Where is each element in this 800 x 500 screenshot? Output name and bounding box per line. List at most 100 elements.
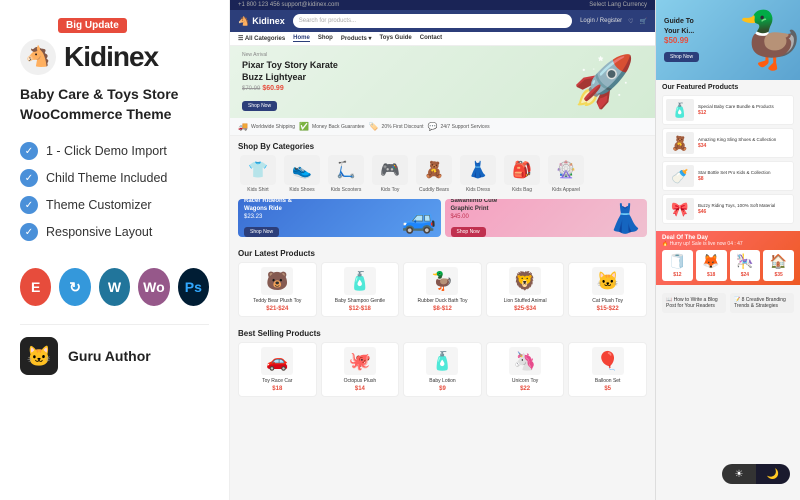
deal-section: Deal Of The Day 🔥 Hurry up! Sale is live… (656, 231, 800, 285)
sec-hero-cta[interactable]: Shop Now (664, 52, 699, 62)
cat-kids-shoes[interactable]: 👟 Kids Shoes (282, 155, 322, 193)
support-icon: 💬 (428, 122, 438, 131)
menu-all-cats[interactable]: ☰ All Categories (238, 35, 285, 42)
deal-product-3[interactable]: 🎠 $24 (730, 250, 761, 281)
product-card-5[interactable]: 🐱 Cat Plush Toy $15-$22 (568, 262, 647, 317)
cat-name-shirt: Kids Shirt (247, 187, 268, 193)
preview-secondary: Guide To Your Ki... $50.99 Shop Now 🦆 Ou… (655, 0, 800, 500)
cat-kids-shirt[interactable]: 👕 Kids Shirt (238, 155, 278, 193)
cat-apparel[interactable]: 🎡 Kids Apparel (546, 155, 586, 193)
store-search-bar[interactable]: Search for products... (293, 14, 572, 28)
product-card-2[interactable]: 🧴 Baby Shampoo Gentle $12-$18 (321, 262, 400, 317)
prod-price-5: $15-$22 (597, 306, 619, 312)
article-2[interactable]: 📝 8 Creative Branding Trends & Strategie… (730, 293, 794, 313)
article-1[interactable]: 📖 How to Write a Blog Post for Your Read… (662, 293, 726, 313)
deal-timer: 🔥 Hurry up! Sale is live now 04 : 47 (662, 241, 794, 247)
best-product-1[interactable]: 🚗 Toy Race Car $18 (238, 342, 317, 397)
photoshop-icon: Ps (178, 268, 209, 306)
product-card-3[interactable]: 🦆 Rubber Duck Bath Toy $8-$12 (403, 262, 482, 317)
feature-label-3: Theme Customizer (46, 198, 152, 212)
featured-product-2[interactable]: 🧸 Amazing King Sling Shoes & Collection … (662, 128, 794, 158)
menu-contact[interactable]: Contact (420, 35, 442, 42)
hero-banner: New Arrival Pixar Toy Story Karate Buzz … (230, 46, 655, 118)
featured-product-3[interactable]: 🍼 Star Bottle Set Pro Kids & Collection … (662, 161, 794, 191)
menu-guide[interactable]: Toys Guide (380, 35, 412, 42)
builder-icons: E ↻ W Wo Ps (20, 268, 209, 306)
feat-name-2: Amazing King Sling Shoes & Collection (698, 137, 790, 143)
prod-name-4: Lion Stuffed Animal (504, 298, 547, 304)
big-update-badge: Big Update (58, 18, 127, 33)
hero-cta-button[interactable]: Shop Now (242, 101, 277, 111)
dark-mode-toggle[interactable]: ☀ 🌙 (722, 464, 790, 484)
cat-name-toy: Kids Toy (381, 187, 400, 193)
check-icon-4: ✓ (20, 223, 38, 241)
hero-title: Pixar Toy Story Karate Buzz Lightyear (242, 60, 338, 83)
featured-product-1[interactable]: 🧴 Special Baby Care Bundle & Products $1… (662, 95, 794, 125)
cat-img-bag: 🎒 (504, 155, 540, 185)
featured-section: Our Featured Products 🧴 Special Baby Car… (656, 80, 800, 231)
feat-price-4: $46 (698, 209, 790, 215)
sec-hero-image: 🦆 (737, 8, 800, 73)
cat-name-scooters: Kids Scooters (331, 187, 362, 193)
tagline: Baby Care & Toys Store WooCommerce Theme (20, 85, 209, 124)
cat-img-bears: 🧸 (416, 155, 452, 185)
categories-title: Shop By Categories (230, 136, 655, 155)
prod-img-2: 🧴 (344, 267, 376, 295)
logo-icon: 🐴 (20, 39, 56, 75)
hero-subtitle: New Arrival (242, 52, 338, 58)
right-panel: +1 800 123 456 support@kidinex.com Selec… (230, 0, 800, 500)
menu-shop[interactable]: Shop (318, 35, 333, 42)
prod-img-4: 🦁 (509, 267, 541, 295)
promo-banner-pink: Sawahlinto CuteGraphic Print $45.00 Shop… (445, 199, 648, 237)
best-product-5[interactable]: 🎈 Balloon Set $5 (568, 342, 647, 397)
cat-toy[interactable]: 🎮 Kids Toy (370, 155, 410, 193)
dark-mode-button[interactable]: 🌙 (756, 464, 790, 484)
best-name-2: Octopus Plush (344, 378, 377, 384)
best-product-3[interactable]: 🧴 Baby Lotion $9 (403, 342, 482, 397)
feature-discount: 🏷️ 20% First Discount (369, 122, 424, 131)
feature-item-4: ✓ Responsive Layout (20, 223, 209, 241)
best-name-3: Baby Lotion (429, 378, 455, 384)
promo-blue-title: Racer Rideons &Wagons Ride (244, 199, 292, 214)
customizer-icon: ↻ (59, 268, 90, 306)
features-list: ✓ 1 - Click Demo Import ✓ Child Theme In… (20, 142, 209, 250)
cat-bears[interactable]: 🧸 Cuddly Bears (414, 155, 454, 193)
best-name-1: Toy Race Car (262, 378, 292, 384)
deal-product-1[interactable]: 🧻 $12 (662, 250, 693, 281)
deal-price-3: $24 (741, 272, 749, 278)
cat-name-bag: Kids Bag (512, 187, 532, 193)
best-img-2: 🐙 (344, 347, 376, 375)
cat-img-shoes: 👟 (284, 155, 320, 185)
feature-item-1: ✓ 1 - Click Demo Import (20, 142, 209, 160)
promo-pink-title: Sawahlinto CuteGraphic Print (451, 199, 498, 214)
promo-blue-content: Racer Rideons &Wagons Ride $23.23 Shop N… (244, 199, 292, 237)
sec-hero-content: Guide To Your Ki... $50.99 Shop Now (664, 17, 699, 64)
promo-blue-btn[interactable]: Shop Now (244, 227, 279, 237)
cat-scooters[interactable]: 🛴 Kids Scooters (326, 155, 366, 193)
cat-img-dress: 👗 (460, 155, 496, 185)
menu-products[interactable]: Products ▾ (341, 35, 372, 42)
promo-pink-btn[interactable]: Shop Now (451, 227, 486, 237)
deal-product-4[interactable]: 🏠 $35 (763, 250, 794, 281)
cat-dress[interactable]: 👗 Kids Dress (458, 155, 498, 193)
menu-home[interactable]: Home (293, 35, 310, 42)
best-product-4[interactable]: 🦄 Unicorn Toy $22 (486, 342, 565, 397)
cat-bag[interactable]: 🎒 Kids Bag (502, 155, 542, 193)
deal-product-2[interactable]: 🦊 $18 (696, 250, 727, 281)
best-price-3: $9 (439, 386, 446, 392)
woo-icon: Wo (138, 268, 169, 306)
feat-price-2: $34 (698, 143, 790, 149)
best-product-2[interactable]: 🐙 Octopus Plush $14 (321, 342, 400, 397)
product-card-4[interactable]: 🦁 Lion Stuffed Animal $25-$34 (486, 262, 565, 317)
feat-info-3: Star Bottle Set Pro Kids & Collection $8 (698, 170, 790, 182)
discount-icon: 🏷️ (369, 122, 379, 131)
featured-product-4[interactable]: 🎀 Buzzy Riding Toys, 100% Soft Material … (662, 194, 794, 224)
check-icon-2: ✓ (20, 169, 38, 187)
light-mode-button[interactable]: ☀ (722, 464, 756, 484)
product-card-1[interactable]: 🐻 Teddy Bear Plush Toy $21-$24 (238, 262, 317, 317)
prod-price-1: $21-$24 (266, 306, 288, 312)
categories-row: 👕 Kids Shirt 👟 Kids Shoes 🛴 Kids Scooter… (230, 155, 655, 199)
hero-content: New Arrival Pixar Toy Story Karate Buzz … (242, 52, 338, 112)
cat-name-shoes: Kids Shoes (289, 187, 314, 193)
best-price-1: $18 (272, 386, 282, 392)
